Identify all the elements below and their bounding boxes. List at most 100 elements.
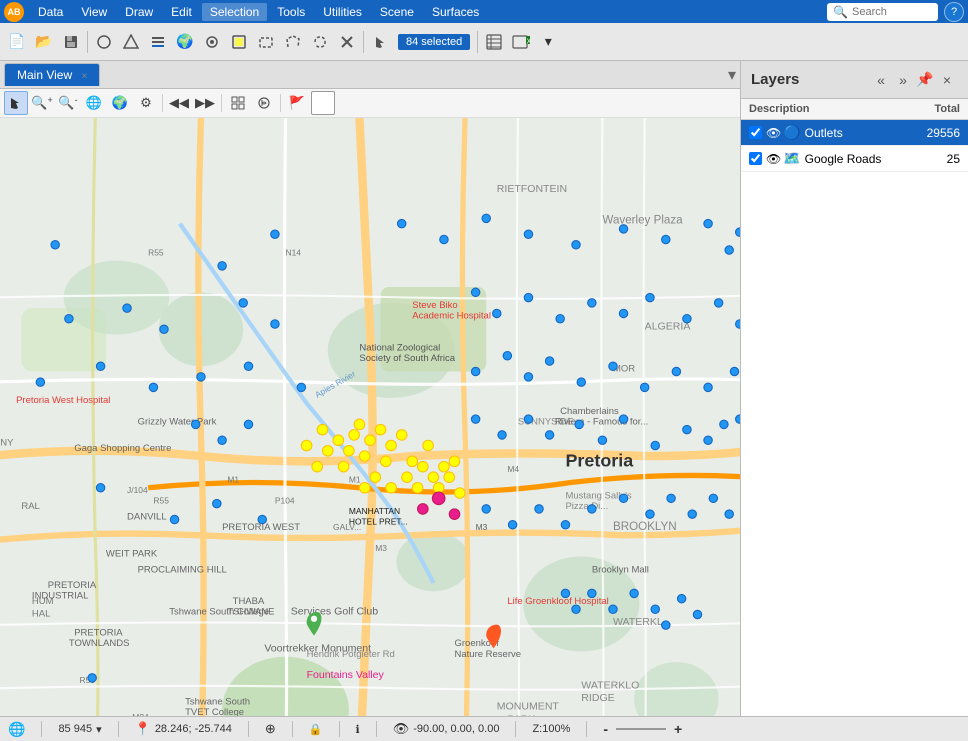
maptoolbar-sep-2 xyxy=(221,94,222,112)
user-avatar[interactable]: AB xyxy=(4,2,24,22)
add-button[interactable] xyxy=(118,29,144,55)
search-icon: 🔍 xyxy=(833,5,848,19)
svg-text:PRETORIA: PRETORIA xyxy=(74,628,123,639)
svg-text:Riviera - Famous for...: Riviera - Famous for... xyxy=(555,416,648,427)
svg-text:Hendrik Potgieter Rd: Hendrik Potgieter Rd xyxy=(307,649,395,660)
status-sep-3 xyxy=(248,721,249,737)
toggle-button[interactable] xyxy=(91,29,117,55)
bookmark-button[interactable]: 🚩 xyxy=(285,91,309,115)
globe2-button[interactable]: 🌍 xyxy=(108,91,132,115)
svg-text:WEIT PARK: WEIT PARK xyxy=(106,548,158,559)
layers-toggle[interactable] xyxy=(145,29,171,55)
zoom-slider xyxy=(616,728,666,730)
zoom-out-button[interactable]: 🔍- xyxy=(56,91,80,115)
snapping-icon-item[interactable]: ⊕ xyxy=(265,721,276,737)
toolbar-separator-1 xyxy=(87,31,88,53)
tab-dropdown[interactable]: ▾ xyxy=(728,65,736,85)
zoom-in-status[interactable]: + xyxy=(674,721,682,737)
layers-panel-header: Layers « » 📌 × xyxy=(741,61,968,99)
export-button[interactable]: X xyxy=(508,29,534,55)
layer-outlets-checkbox[interactable] xyxy=(749,126,762,139)
globe-button[interactable]: 🌐 xyxy=(82,91,106,115)
svg-text:Services Golf Club: Services Golf Club xyxy=(291,606,378,618)
more-options-button[interactable]: ▾ xyxy=(535,29,561,55)
eye-icon-item[interactable]: 👁 -90.00, 0.00, 0.00 xyxy=(393,721,500,737)
grid-button[interactable] xyxy=(226,91,250,115)
layer-roads-eye[interactable]: 👁 xyxy=(766,152,781,166)
globe-status-icon: 🌐 xyxy=(8,721,25,738)
svg-text:MANHATTAN: MANHATTAN xyxy=(349,506,400,516)
table-view-button[interactable] xyxy=(481,29,507,55)
main-toolbar: 📄 📂 🌍 84 selected xyxy=(0,23,968,61)
svg-text:BROOKLYN: BROOKLYN xyxy=(613,520,677,533)
menu-data[interactable]: Data xyxy=(30,3,71,21)
help-button[interactable]: ? xyxy=(944,2,964,22)
svg-text:P104: P104 xyxy=(275,496,295,506)
save-button[interactable] xyxy=(58,29,84,55)
layer-outlets-eye[interactable]: 👁 xyxy=(766,126,781,140)
select-rect-button[interactable] xyxy=(253,29,279,55)
layer-roads-checkbox[interactable] xyxy=(749,152,762,165)
search-box[interactable]: 🔍 xyxy=(827,3,938,21)
zoom-display: Z:100% xyxy=(532,723,570,735)
border-button[interactable] xyxy=(311,91,335,115)
zoom-in-button[interactable]: 🔍+ xyxy=(30,91,54,115)
locate-button[interactable] xyxy=(199,29,225,55)
svg-text:RAL: RAL xyxy=(21,501,39,512)
info-icon-item[interactable]: ℹ xyxy=(356,723,360,736)
swipe-button[interactable] xyxy=(252,91,276,115)
tab-close-button[interactable]: × xyxy=(81,71,87,82)
forward-button[interactable]: ▶▶ xyxy=(193,91,217,115)
svg-text:M3: M3 xyxy=(375,543,387,553)
layers-close-button[interactable]: × xyxy=(936,69,958,91)
open-button[interactable]: 📂 xyxy=(31,29,57,55)
menu-tools[interactable]: Tools xyxy=(269,3,313,21)
layer-row-outlets[interactable]: 👁 🔵 Outlets 29556 xyxy=(741,120,968,146)
layers-expand-button[interactable]: » xyxy=(892,69,914,91)
scale-display[interactable]: 85 945 ▾ xyxy=(58,723,101,736)
menu-utilities[interactable]: Utilities xyxy=(315,3,370,21)
select-poly-button[interactable] xyxy=(280,29,306,55)
back-button[interactable]: ◀◀ xyxy=(167,91,191,115)
svg-text:Grizzly Water Park: Grizzly Water Park xyxy=(138,416,217,427)
svg-text:R55: R55 xyxy=(148,247,164,257)
status-sep-5 xyxy=(339,721,340,737)
menu-surfaces[interactable]: Surfaces xyxy=(424,3,487,21)
svg-text:M1: M1 xyxy=(349,474,361,484)
layer-row-google-roads[interactable]: 👁 🗺️ Google Roads 25 xyxy=(741,146,968,172)
layer-roads-icon: 🗺️ xyxy=(783,150,800,167)
scale-value: 85 945 xyxy=(58,723,92,735)
maptoolbar-sep-1 xyxy=(162,94,163,112)
svg-text:INDUSTRIAL: INDUSTRIAL xyxy=(32,591,88,602)
svg-text:M3: M3 xyxy=(476,522,488,532)
select-tool-button[interactable] xyxy=(367,29,393,55)
select-lasso-button[interactable] xyxy=(307,29,333,55)
menu-draw[interactable]: Draw xyxy=(117,3,161,21)
layer-outlets-name: Outlets xyxy=(805,126,910,140)
settings-button[interactable]: ⚙ xyxy=(134,91,158,115)
select-arrow-button[interactable] xyxy=(4,91,28,115)
menu-view[interactable]: View xyxy=(73,3,115,21)
zoom-out-status[interactable]: - xyxy=(603,721,608,737)
scale-dropdown[interactable]: ▾ xyxy=(96,723,102,736)
status-sep-8 xyxy=(586,721,587,737)
layers-collapse-button[interactable]: « xyxy=(870,69,892,91)
main-view-tab[interactable]: Main View × xyxy=(4,63,100,86)
svg-text:MONUMENT: MONUMENT xyxy=(497,701,560,713)
highlight-button[interactable] xyxy=(226,29,252,55)
lock-icon-item[interactable]: 🔒 xyxy=(309,723,323,736)
map-container: Main View × ▾ 🔍+ 🔍- 🌐 🌍 ⚙ ◀◀ ▶▶ xyxy=(0,61,740,716)
svg-text:Academic Hospital: Academic Hospital xyxy=(412,311,491,322)
svg-text:THABA: THABA xyxy=(233,596,265,607)
menu-edit[interactable]: Edit xyxy=(163,3,200,21)
new-button[interactable]: 📄 xyxy=(4,29,30,55)
menu-selection[interactable]: Selection xyxy=(202,3,267,21)
menu-bar: AB Data View Draw Edit Selection Tools U… xyxy=(0,0,968,23)
layers-pin-button[interactable]: 📌 xyxy=(914,69,936,91)
menu-scene[interactable]: Scene xyxy=(372,3,422,21)
layers-table-header: Description Total xyxy=(741,99,968,120)
deselect-button[interactable] xyxy=(334,29,360,55)
search-input[interactable] xyxy=(852,6,932,18)
basemap-button[interactable]: 🌍 xyxy=(172,29,198,55)
map-view[interactable]: Waverley Plaza RIETFONTEIN ALGERIA MOR N… xyxy=(0,118,740,716)
